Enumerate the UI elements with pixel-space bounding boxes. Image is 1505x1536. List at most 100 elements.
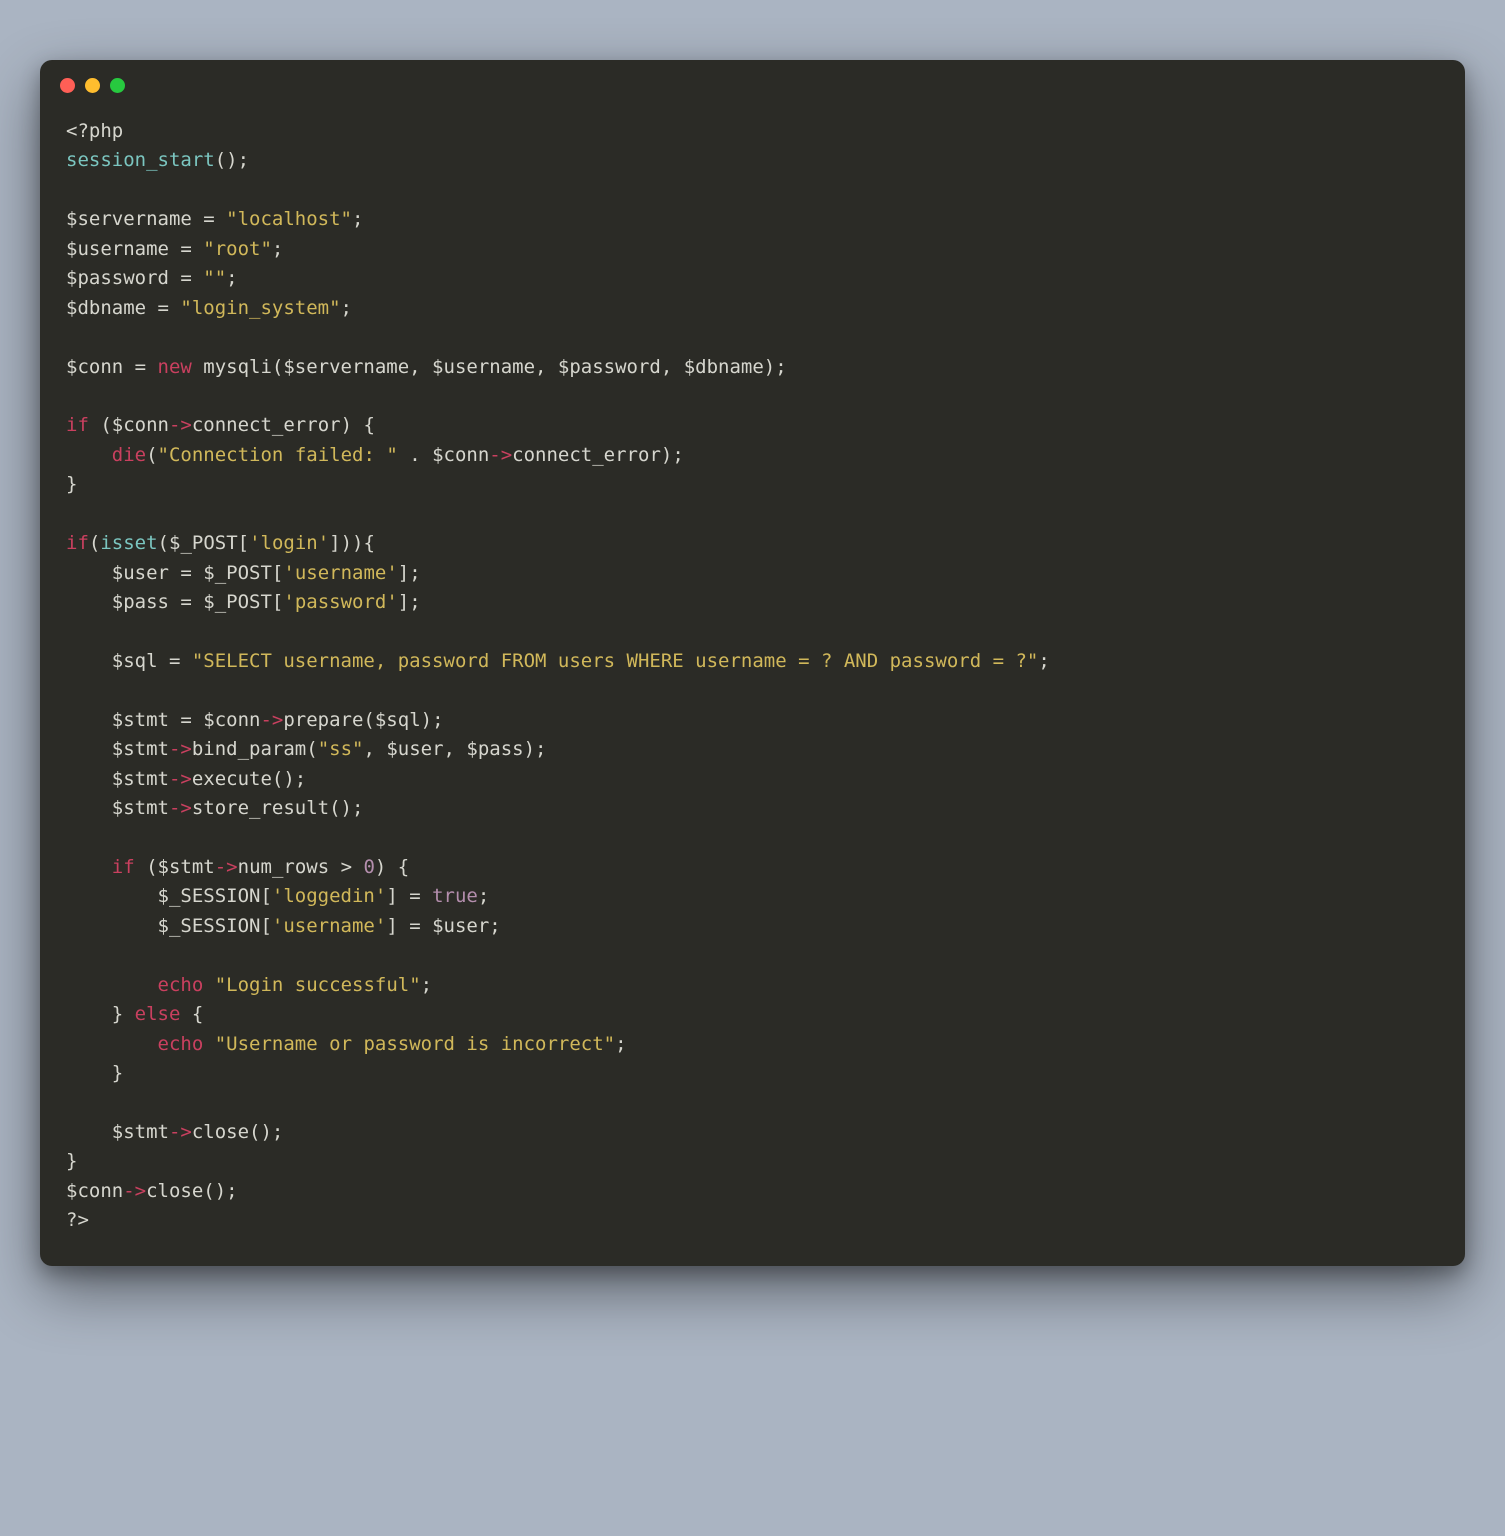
conn-err-open: ($conn xyxy=(89,414,169,436)
else-open: { xyxy=(180,1003,203,1025)
semi-6: ; xyxy=(478,885,489,907)
bracket-close-2: ]; xyxy=(398,591,421,613)
indent-die xyxy=(66,444,112,466)
bracket-open-1: [ xyxy=(238,532,249,554)
arrow-8: -> xyxy=(169,1121,192,1143)
connect-error: connect_error) { xyxy=(192,414,375,436)
dbname-decl: $dbname = xyxy=(66,297,180,319)
store-result-call: store_result(); xyxy=(192,797,364,819)
bracket-close-1: ]; xyxy=(398,562,421,584)
bind-args: , $user, $pass); xyxy=(363,738,546,760)
space-2 xyxy=(123,1003,134,1025)
username-val: "root" xyxy=(203,238,272,260)
die-kw: die xyxy=(112,444,146,466)
die-open: ( xyxy=(146,444,157,466)
if-kw-2: if xyxy=(66,532,89,554)
bind-types: "ss" xyxy=(318,738,364,760)
servername-val: "localhost" xyxy=(226,208,352,230)
stmt-close: $stmt xyxy=(66,1121,169,1143)
indent-close2 xyxy=(66,1003,112,1025)
username-key: 'username' xyxy=(283,562,397,584)
semi-5: ; xyxy=(1038,650,1049,672)
servername-decl: $servername = xyxy=(66,208,226,230)
space-3 xyxy=(203,1033,214,1055)
indent-s1 xyxy=(66,885,158,907)
sql-decl: $sql = xyxy=(66,650,192,672)
stmt-exec: $stmt xyxy=(66,768,169,790)
space-1 xyxy=(203,974,214,996)
session-start-fn: session_start xyxy=(66,149,215,171)
session-start-call: (); xyxy=(215,149,249,171)
bracket-open-3: [ xyxy=(272,591,283,613)
minimize-icon[interactable] xyxy=(85,78,100,93)
numrows-open: ($stmt xyxy=(135,856,215,878)
sql-str: "SELECT username, password FROM users WH… xyxy=(192,650,1038,672)
zero: 0 xyxy=(363,856,374,878)
stmt-close-call: close(); xyxy=(192,1121,284,1143)
isset-open-paren2: ( xyxy=(158,532,169,554)
stmt-store: $stmt xyxy=(66,797,169,819)
arrow-9: -> xyxy=(123,1180,146,1202)
close-brace-3: } xyxy=(112,1062,123,1084)
session-glob-1: $_SESSION xyxy=(158,885,261,907)
die-str: "Connection failed: " xyxy=(158,444,398,466)
login-fail: "Username or password is incorrect" xyxy=(215,1033,615,1055)
indent-echo2 xyxy=(66,1033,158,1055)
arrow-4: -> xyxy=(169,738,192,760)
username-decl: $username = xyxy=(66,238,203,260)
conn-close-call: close(); xyxy=(146,1180,238,1202)
semi-8: ; xyxy=(615,1033,626,1055)
user-decl: $user = xyxy=(66,562,203,584)
echo-kw-1: echo xyxy=(158,974,204,996)
isset-fn: isset xyxy=(100,532,157,554)
session-user-val: ] = $user; xyxy=(386,915,500,937)
new-kw: new xyxy=(158,356,192,378)
isset-open-paren: ( xyxy=(89,532,100,554)
post-glob-2: $_POST xyxy=(203,562,272,584)
arrow-2: -> xyxy=(489,444,512,466)
code-window: <?php session_start(); $servername = "lo… xyxy=(40,60,1465,1266)
arrow-1: -> xyxy=(169,414,192,436)
login-key: 'login' xyxy=(249,532,329,554)
zoom-icon[interactable] xyxy=(110,78,125,93)
semi-2: ; xyxy=(272,238,283,260)
indent-s2 xyxy=(66,915,158,937)
bracket-open-5: [ xyxy=(260,915,271,937)
arrow-3: -> xyxy=(260,709,283,731)
password-val: "" xyxy=(203,267,226,289)
session-glob-2: $_SESSION xyxy=(158,915,261,937)
conn-decl: $conn = xyxy=(66,356,158,378)
semi-4: ; xyxy=(341,297,352,319)
login-success: "Login successful" xyxy=(215,974,421,996)
indent-echo1 xyxy=(66,974,158,996)
echo-kw-2: echo xyxy=(158,1033,204,1055)
cond-close: ) { xyxy=(375,856,409,878)
mysqli-call: mysqli($servername, $username, $password… xyxy=(192,356,787,378)
arrow-5: -> xyxy=(169,768,192,790)
password-decl: $password = xyxy=(66,267,203,289)
close-icon[interactable] xyxy=(60,78,75,93)
window-titlebar xyxy=(40,60,1465,99)
conn-var: $conn xyxy=(66,1180,123,1202)
post-glob-3: $_POST xyxy=(203,591,272,613)
die-concat: . $conn xyxy=(398,444,490,466)
isset-close: ])){ xyxy=(329,532,375,554)
pass-decl: $pass = xyxy=(66,591,203,613)
bracket-open-4: [ xyxy=(260,885,271,907)
semi-1: ; xyxy=(352,208,363,230)
bracket-open-2: [ xyxy=(272,562,283,584)
if-kw-1: if xyxy=(66,414,89,436)
die-rest: connect_error); xyxy=(512,444,684,466)
arrow-6: -> xyxy=(169,797,192,819)
loggedin-key: 'loggedin' xyxy=(272,885,386,907)
password-key: 'password' xyxy=(283,591,397,613)
close-brace-2: } xyxy=(112,1003,123,1025)
close-brace-1: } xyxy=(66,473,77,495)
php-close-tag: ?> xyxy=(66,1209,89,1231)
code-block: <?php session_start(); $servername = "lo… xyxy=(40,99,1465,1266)
post-glob-1: $_POST xyxy=(169,532,238,554)
else-kw: else xyxy=(135,1003,181,1025)
bind-param: bind_param( xyxy=(192,738,318,760)
stmt-decl: $stmt = $conn xyxy=(66,709,260,731)
true-const: true xyxy=(432,885,478,907)
